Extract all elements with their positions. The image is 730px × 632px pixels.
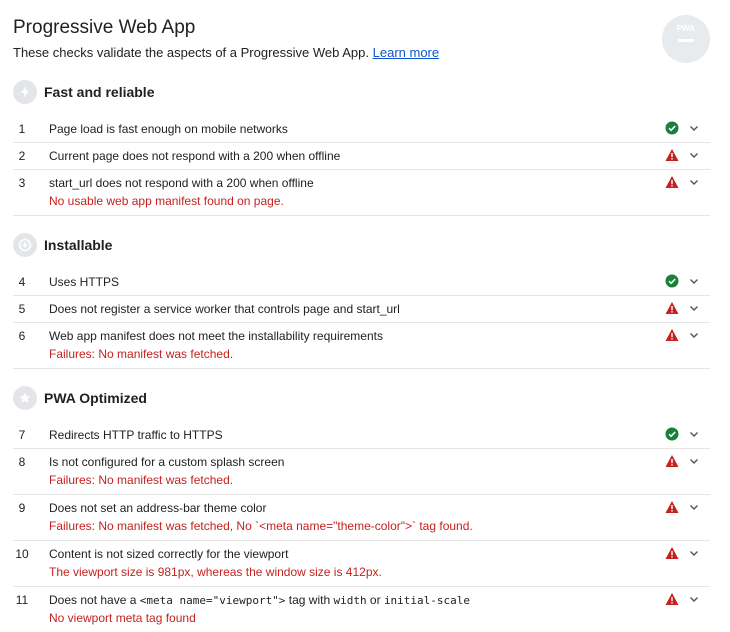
fail-warning-icon	[665, 547, 679, 559]
page-description: These checks validate the aspects of a P…	[13, 44, 439, 61]
lightning-icon	[13, 80, 37, 104]
audit-number: 11	[15, 593, 29, 607]
group-title: Installable	[44, 237, 113, 253]
pass-check-icon	[665, 121, 679, 135]
audit-failure-detail: Failures: No manifest was fetched, No `<…	[49, 519, 473, 533]
fail-warning-icon	[665, 149, 679, 161]
chevron-down-icon[interactable]	[688, 501, 700, 513]
audit-title: start_url does not respond with a 200 wh…	[49, 176, 314, 190]
chevron-down-icon[interactable]	[688, 275, 700, 287]
audit-title-code: initial-scale	[383, 594, 471, 607]
group-pwa-optimized: PWA Optimized	[13, 384, 710, 412]
fail-warning-icon	[665, 455, 679, 467]
group-header: Fast and reliable	[13, 78, 710, 106]
chevron-down-icon[interactable]	[688, 547, 700, 559]
audit-failure-detail: No usable web app manifest found on page…	[49, 194, 284, 208]
pwa-badge: PWA	[662, 15, 710, 63]
audit-number: 10	[15, 547, 29, 561]
learn-more-link[interactable]: Learn more	[373, 45, 439, 60]
audit-row[interactable]: 10 Content is not sized correctly for th…	[13, 541, 710, 587]
plus-icon	[13, 233, 37, 257]
audit-number: 6	[18, 329, 26, 343]
audit-row[interactable]: 8 Is not configured for a custom splash …	[13, 449, 710, 495]
audit-list-installable: 4 Uses HTTPS 5 Does not register a servi…	[13, 269, 710, 369]
chevron-down-icon[interactable]	[688, 593, 700, 605]
audit-failure-detail: Failures: No manifest was fetched.	[49, 347, 234, 361]
group-title: PWA Optimized	[44, 390, 147, 406]
audit-title: Current page does not respond with a 200…	[49, 149, 341, 163]
audit-title: Does not set an address-bar theme color	[49, 501, 267, 515]
description-text: These checks validate the aspects of a P…	[13, 45, 370, 60]
audit-failure-detail: The viewport size is 981px, whereas the …	[49, 565, 382, 579]
group-header: Installable	[13, 231, 710, 259]
fail-warning-icon	[665, 593, 679, 605]
audit-title: Redirects HTTP traffic to HTTPS	[49, 428, 223, 442]
audit-list-fast-reliable: 1 Page load is fast enough on mobile net…	[13, 116, 710, 216]
audit-title-part: Does not have a	[49, 593, 140, 607]
chevron-down-icon[interactable]	[688, 149, 700, 161]
audit-list-pwa-optimized: 7 Redirects HTTP traffic to HTTPS 8 Is n…	[13, 422, 710, 632]
audit-title: Uses HTTPS	[49, 275, 120, 289]
audit-number: 4	[18, 275, 26, 289]
audit-title: Web app manifest does not meet the insta…	[49, 329, 383, 343]
audit-title: Content is not sized correctly for the v…	[49, 547, 289, 561]
audit-row[interactable]: 2 Current page does not respond with a 2…	[13, 143, 710, 170]
pass-check-icon	[665, 427, 679, 441]
audit-row[interactable]: 1 Page load is fast enough on mobile net…	[13, 116, 710, 143]
audit-title: Does not have a <meta name="viewport"> t…	[49, 593, 470, 608]
audit-row[interactable]: 5 Does not register a service worker tha…	[13, 296, 710, 323]
audit-row[interactable]: 7 Redirects HTTP traffic to HTTPS	[13, 422, 710, 449]
audit-number: 2	[18, 149, 26, 163]
group-header: PWA Optimized	[13, 384, 710, 412]
star-icon	[13, 386, 37, 410]
audit-title: Page load is fast enough on mobile netwo…	[49, 122, 288, 136]
chevron-down-icon[interactable]	[688, 302, 700, 314]
chevron-down-icon[interactable]	[688, 455, 700, 467]
group-installable: Installable	[13, 231, 710, 259]
pwa-header: Progressive Web App These checks validat…	[13, 0, 713, 66]
audit-row[interactable]: 9 Does not set an address-bar theme colo…	[13, 495, 710, 541]
audit-row[interactable]: 3 start_url does not respond with a 200 …	[13, 170, 710, 216]
audit-row[interactable]: 11 Does not have a <meta name="viewport"…	[13, 587, 710, 632]
audit-title-part: tag with	[285, 593, 334, 607]
group-fast-reliable: Fast and reliable	[13, 78, 710, 106]
group-title: Fast and reliable	[44, 84, 155, 100]
page-title: Progressive Web App	[13, 17, 196, 38]
audit-number: 7	[18, 428, 26, 442]
fail-warning-icon	[665, 176, 679, 188]
chevron-down-icon[interactable]	[688, 329, 700, 341]
audit-number: 8	[18, 455, 26, 469]
audit-number: 3	[18, 176, 26, 190]
chevron-down-icon[interactable]	[688, 122, 700, 134]
audit-title: Is not configured for a custom splash sc…	[49, 455, 285, 469]
audit-row[interactable]: 4 Uses HTTPS	[13, 269, 710, 296]
audit-title: Does not register a service worker that …	[49, 302, 400, 316]
audit-number: 9	[18, 501, 26, 515]
fail-warning-icon	[665, 501, 679, 513]
pwa-badge-label: PWA	[676, 24, 696, 33]
fail-warning-icon	[665, 329, 679, 341]
chevron-down-icon[interactable]	[688, 428, 700, 440]
pass-check-icon	[665, 274, 679, 288]
audit-title-part: or	[366, 593, 384, 607]
audit-number: 5	[18, 302, 26, 316]
badge-dash-icon	[678, 39, 694, 42]
audit-title-code: width	[333, 594, 367, 607]
audit-row[interactable]: 6 Web app manifest does not meet the ins…	[13, 323, 710, 369]
fail-warning-icon	[665, 302, 679, 314]
audit-number: 1	[18, 122, 26, 136]
audit-failure-detail: Failures: No manifest was fetched.	[49, 473, 234, 487]
chevron-down-icon[interactable]	[688, 176, 700, 188]
audit-title-code: <meta name="viewport">	[139, 594, 286, 607]
audit-failure-detail: No viewport meta tag found	[49, 611, 196, 625]
